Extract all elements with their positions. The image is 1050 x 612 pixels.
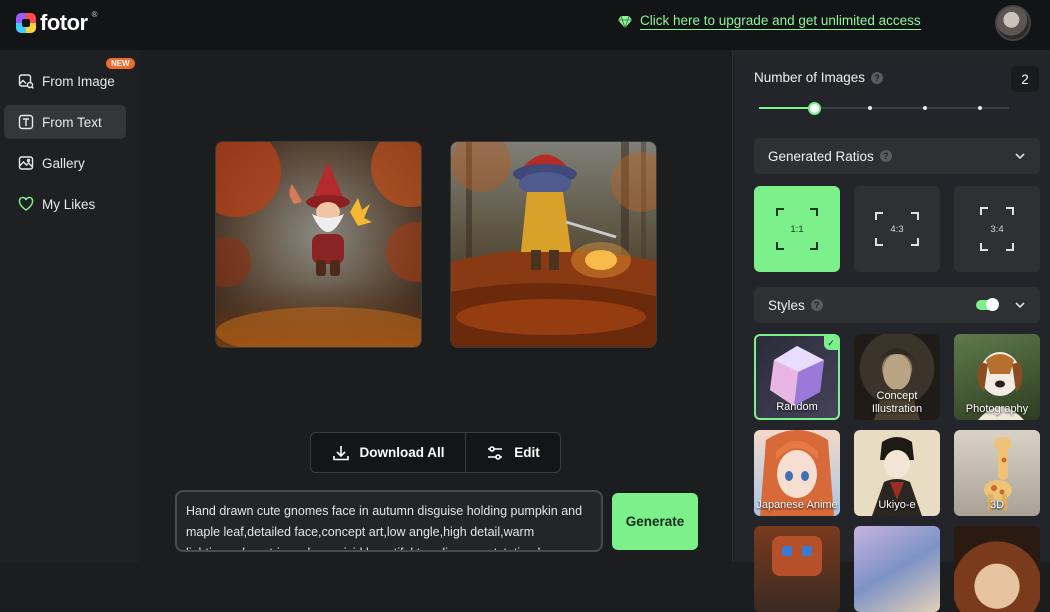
sidebar-item-from-text[interactable]: From Text <box>4 105 126 139</box>
top-bar: fotor ® Click here to upgrade and get un… <box>0 0 1050 50</box>
settings-panel: Number of Images ? 2 Generated Ratios ? … <box>732 50 1050 612</box>
download-all-label: Download All <box>359 445 445 460</box>
style-label: Photography <box>965 403 1029 415</box>
heart-icon <box>18 196 34 211</box>
help-icon[interactable]: ? <box>871 71 884 84</box>
ratio-option-4-3[interactable]: 4:3 <box>854 186 940 272</box>
styles-text: Styles <box>768 297 805 313</box>
text-box-icon <box>18 114 34 130</box>
style-card-partial-1[interactable] <box>754 526 840 612</box>
sidebar-item-label: From Image <box>42 73 115 89</box>
sidebar-item-label: Gallery <box>42 155 85 171</box>
ratio-label: 4:3 <box>890 223 904 235</box>
number-of-images-label: Number of Images ? <box>754 70 884 85</box>
image-actions-toolbar: Download All Edit <box>310 432 561 473</box>
sidebar: From Image NEW From Text Gallery My Like… <box>0 50 140 562</box>
edit-button[interactable]: Edit <box>466 433 560 472</box>
style-card-photography[interactable]: Photography <box>954 334 1040 420</box>
help-icon[interactable]: ? <box>810 299 823 311</box>
number-of-images-slider[interactable] <box>759 102 1009 115</box>
prompt-input[interactable] <box>175 490 603 552</box>
generated-image-2[interactable] <box>450 141 657 348</box>
generated-ratios-label: Generated Ratios ? <box>768 149 892 164</box>
number-of-images-text: Number of Images <box>754 70 866 85</box>
new-badge: NEW <box>106 58 135 69</box>
diamond-icon <box>618 15 632 28</box>
style-label: Ukiyo-e <box>878 499 916 511</box>
sidebar-item-label: From Text <box>42 114 102 130</box>
gnome-image-2 <box>451 142 656 347</box>
upgrade-link[interactable]: Click here to upgrade and get unlimited … <box>618 13 921 30</box>
main-canvas: Download All Edit Generate <box>140 50 732 562</box>
style-card-3d[interactable]: 3D <box>954 430 1040 516</box>
styles-header[interactable]: Styles ? <box>754 287 1040 323</box>
style-card-partial-2[interactable] <box>854 526 940 612</box>
styles-label: Styles ? <box>768 298 823 313</box>
style-label: Random <box>776 401 818 413</box>
ratio-frame-icon: 1:1 <box>776 208 818 250</box>
sidebar-item-from-image[interactable]: From Image <box>4 64 126 98</box>
style-card-concept-illustration[interactable]: Concept Illustration <box>854 334 940 420</box>
gallery-icon <box>18 156 34 170</box>
generate-button[interactable]: Generate <box>612 493 698 550</box>
style-card-partial-3[interactable] <box>954 526 1040 612</box>
ratio-option-1-1[interactable]: 1:1 <box>754 186 840 272</box>
fotor-logo[interactable]: fotor ® <box>16 10 98 36</box>
ratio-label: 1:1 <box>790 223 804 235</box>
sidebar-item-gallery[interactable]: Gallery <box>4 146 126 180</box>
sliders-icon <box>488 445 503 460</box>
chevron-down-icon <box>1015 302 1025 309</box>
download-icon <box>332 445 349 460</box>
slider-step <box>978 106 982 110</box>
style-card-random[interactable]: ✓ Random <box>754 334 840 420</box>
chevron-down-icon <box>1015 153 1025 160</box>
gnome-image-1 <box>216 142 421 347</box>
slider-fill <box>759 107 814 109</box>
sidebar-item-label: My Likes <box>42 196 96 212</box>
edit-label: Edit <box>514 445 540 460</box>
style-label: Concept Illustration <box>871 390 923 415</box>
check-icon: ✓ <box>824 336 838 350</box>
style-label: Japanese Anime <box>756 499 838 511</box>
ratio-label: 3:4 <box>990 223 1004 235</box>
registered-mark: ® <box>91 9 98 19</box>
generated-image-1[interactable] <box>215 141 422 348</box>
upgrade-text[interactable]: Click here to upgrade and get unlimited … <box>640 13 921 30</box>
style-card-japanese-anime[interactable]: Japanese Anime <box>754 430 840 516</box>
user-avatar[interactable] <box>995 5 1031 41</box>
generated-ratios-text: Generated Ratios <box>768 148 874 164</box>
ratio-frame-icon: 3:4 <box>980 207 1014 251</box>
ratio-option-3-4[interactable]: 3:4 <box>954 186 1040 272</box>
sidebar-item-my-likes[interactable]: My Likes <box>4 187 126 221</box>
ratio-frame-icon: 4:3 <box>875 212 919 246</box>
style-card-ukiyo-e[interactable]: Ukiyo-e <box>854 430 940 516</box>
download-all-button[interactable]: Download All <box>311 433 466 472</box>
styles-toggle[interactable] <box>976 298 999 311</box>
slider-step <box>923 106 927 110</box>
robot-icon <box>772 536 822 576</box>
style-label: 3D <box>989 499 1005 511</box>
slider-thumb[interactable] <box>808 102 821 115</box>
help-icon[interactable]: ? <box>879 150 892 162</box>
logo-text: fotor <box>40 10 88 35</box>
fotor-logo-icon <box>16 13 36 33</box>
number-of-images-value[interactable]: 2 <box>1011 66 1039 92</box>
image-search-icon <box>18 74 34 89</box>
slider-step <box>868 106 872 110</box>
generated-ratios-header[interactable]: Generated Ratios ? <box>754 138 1040 174</box>
